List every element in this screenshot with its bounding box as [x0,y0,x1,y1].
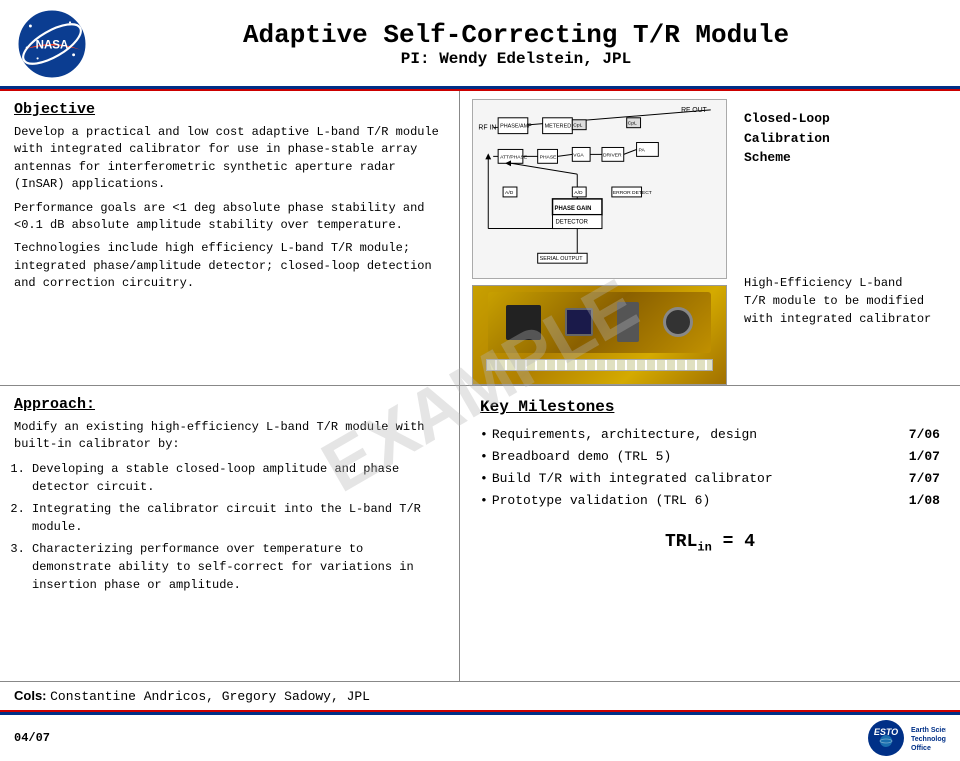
cois-block: CoIs: Constantine Andricos, Gregory Sado… [14,688,370,704]
objective-heading: Objective [14,101,445,118]
bottom-bar: 04/07 ESTO Earth Science Technology Offi… [0,712,960,761]
svg-text:DETECTOR: DETECTOR [555,220,587,226]
diagram-section: RF IN RF OUT PHASE/AMP METERED PH ATT/PH… [460,91,960,386]
header-text-block: Adaptive Self-Correcting T/R Module PI: … [88,20,944,68]
svg-text:PHASE: PHASE [540,154,557,160]
milestone-item-1: Requirements, architecture, design 7/06 [480,424,940,446]
page-title: Adaptive Self-Correcting T/R Module [88,20,944,50]
milestone-date-2: 1/07 [890,446,940,468]
svg-text:PHASE/AMP: PHASE/AMP [500,124,532,130]
right-column: RF IN RF OUT PHASE/AMP METERED PH ATT/PH… [460,91,960,681]
milestone-label-4: Prototype validation (TRL 6) [492,490,870,512]
milestones-list: Requirements, architecture, design 7/06 … [480,424,940,512]
esto-logo-svg: ESTO Earth Science Technology Office [866,718,946,758]
milestone-label-2: Breadboard demo (TRL 5) [492,446,870,468]
svg-text:NASA: NASA [36,39,69,51]
svg-text:PHASE GAIN: PHASE GAIN [555,206,592,212]
svg-text:DRIVER: DRIVER [603,152,622,158]
svg-text:ATT/PHASE: ATT/PHASE [500,154,528,160]
main-content: EXAMPLE Objective Develop a practical an… [0,91,960,681]
milestone-date-1: 7/06 [890,424,940,446]
date-label: 04/07 [14,731,50,745]
objective-section: Objective Develop a practical and low co… [0,91,459,386]
calibration-label: Closed-LoopCalibrationScheme [744,109,931,168]
milestone-date-3: 7/07 [890,468,940,490]
milestones-heading: Key Milestones [480,398,940,416]
diagram-container: RF IN RF OUT PHASE/AMP METERED PH ATT/PH… [472,99,732,385]
svg-text:SERIAL OUTPUT: SERIAL OUTPUT [540,256,584,262]
nasa-logo: NASA [16,8,88,80]
page-subtitle: PI: Wendy Edelstein, JPL [88,50,944,68]
objective-para-3: Technologies include high efficiency L-b… [14,240,445,292]
milestone-label-1: Requirements, architecture, design [492,424,870,446]
svg-text:Earth Science: Earth Science [911,727,946,734]
svg-text:PA: PA [639,147,646,153]
approach-step-2: Integrating the calibrator circuit into … [32,500,445,536]
esto-logo: ESTO Earth Science Technology Office [866,718,946,758]
svg-text:VGA: VGA [573,152,584,158]
cois-value: Constantine Andricos, Gregory Sadowy, JP… [50,689,370,704]
approach-section: Approach: Modify an existing high-effici… [0,386,459,681]
objective-para-2: Performance goals are <1 deg absolute ph… [14,200,445,235]
milestone-label-3: Build T/R with integrated calibrator [492,468,870,490]
hardware-photo [472,285,727,385]
svg-text:CpL: CpL [573,123,582,129]
svg-text:Office: Office [911,745,931,752]
approach-heading: Approach: [14,396,445,413]
svg-text:A/D: A/D [574,190,583,196]
circuit-diagram: RF IN RF OUT PHASE/AMP METERED PH ATT/PH… [472,99,727,279]
diagram-labels: Closed-LoopCalibrationScheme High-Effici… [744,99,931,328]
svg-text:A/D: A/D [505,190,514,196]
objective-para-1: Develop a practical and low cost adaptiv… [14,124,445,194]
trl-display: TRLin = 4 [480,532,940,555]
approach-intro: Modify an existing high-efficiency L-ban… [14,419,445,454]
approach-step-3: Characterizing performance over temperat… [32,540,445,594]
approach-list: Developing a stable closed-loop amplitud… [14,460,445,594]
milestone-item-3: Build T/R with integrated calibrator 7/0… [480,468,940,490]
svg-text:RF IN: RF IN [478,125,496,132]
cois-footer: CoIs: Constantine Andricos, Gregory Sado… [0,681,960,710]
milestones-section: Key Milestones Requirements, architectur… [460,386,960,681]
svg-text:ERROR DETECT: ERROR DETECT [613,190,652,196]
page-header: NASA Adaptive Self-Correcting T/R Module… [0,0,960,89]
svg-text:Technology: Technology [911,736,946,743]
svg-text:CpL: CpL [628,121,637,127]
cois-label: CoIs: [14,688,47,703]
approach-step-1: Developing a stable closed-loop amplitud… [32,460,445,496]
photo-label: High-Efficiency L-bandT/R module to be m… [744,274,931,328]
milestone-item-2: Breadboard demo (TRL 5) 1/07 [480,446,940,468]
left-column: Objective Develop a practical and low co… [0,91,460,681]
milestone-item-4: Prototype validation (TRL 6) 1/08 [480,490,940,512]
milestone-date-4: 1/08 [890,490,940,512]
